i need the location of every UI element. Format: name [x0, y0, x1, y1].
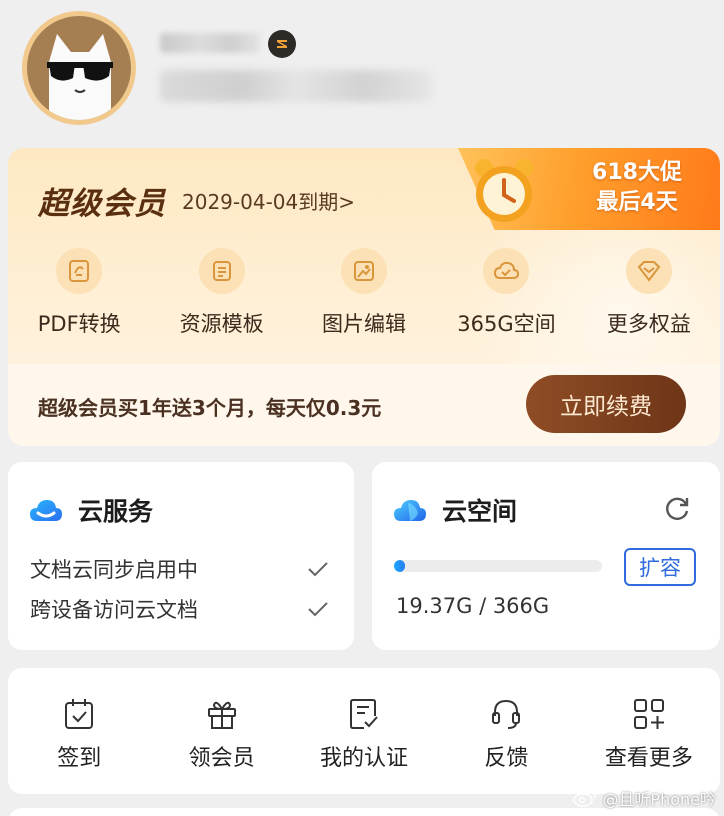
watermark: @且听Phone吟: [572, 786, 716, 810]
renew-promo-text: 超级会员买1年送3个月，每天仅0.3元: [38, 396, 382, 420]
quick-action-get-vip[interactable]: 领会员: [150, 668, 292, 794]
quick-action-label: 领会员: [188, 746, 255, 771]
quick-action-more[interactable]: 查看更多: [578, 668, 720, 794]
storage-progress-fill: [394, 560, 406, 572]
calendar-check-icon: [65, 699, 94, 729]
cloud-space-header: 云空间: [392, 492, 517, 528]
watermark-text: @且听Phone吟: [602, 790, 716, 809]
username-blurred: [160, 33, 260, 53]
image-edit-icon: [341, 248, 388, 294]
avatar[interactable]: [22, 11, 136, 125]
cloud-icon: [30, 500, 62, 521]
promo-text: 618大促 最后4天: [582, 158, 692, 218]
quick-action-checkin[interactable]: 签到: [8, 668, 150, 794]
benefit-label: 365G空间: [457, 312, 556, 336]
cloud-service-title: 云服务: [78, 497, 154, 526]
benefit-image-edit[interactable]: 图片编辑: [293, 248, 435, 348]
cloud-space-icon: [483, 248, 530, 294]
pdf-convert-icon: [56, 248, 103, 294]
check-icon: [308, 562, 328, 577]
refresh-icon[interactable]: [662, 494, 692, 524]
quick-action-certification[interactable]: 我的认证: [293, 668, 435, 794]
template-icon: [198, 248, 245, 294]
quick-action-label: 查看更多: [604, 746, 693, 771]
renew-bar: 超级会员买1年送3个月，每天仅0.3元 立即续费: [8, 364, 720, 446]
benefit-cloud-space[interactable]: 365G空间: [435, 248, 577, 348]
expand-storage-button[interactable]: 扩容: [624, 548, 696, 586]
cloud-space-icon: [394, 500, 426, 521]
alarm-clock-icon: [475, 159, 533, 222]
service-item: 跨设备访问云文档: [30, 594, 330, 624]
level-s-badge-icon: [268, 30, 296, 58]
benefit-more[interactable]: 更多权益: [578, 248, 720, 348]
storage-progress-bar: [394, 560, 602, 572]
service-item: 文档云同步启用中: [30, 554, 330, 584]
vip-benefits: PDF转换 资源模板 图片编辑 365G空间 更多权益: [8, 248, 720, 348]
promo-line-2: 最后4天: [596, 190, 678, 215]
cloud-space-title: 云空间: [442, 497, 518, 526]
quick-action-label: 我的认证: [320, 746, 409, 771]
storage-usage-text: 19.37G / 366G: [396, 594, 550, 618]
cloud-service-card[interactable]: 云服务 文档云同步启用中 跨设备访问云文档: [8, 462, 354, 650]
vip-title: 超级会员: [38, 186, 166, 222]
service-item-label: 跨设备访问云文档: [30, 598, 198, 622]
vip-expire-link[interactable]: 2029-04-04到期>: [182, 186, 355, 215]
account-id-blurred: [160, 70, 432, 102]
benefit-label: 更多权益: [606, 312, 691, 336]
cloud-service-header: 云服务: [28, 492, 153, 528]
quick-action-label: 反馈: [484, 746, 529, 771]
gift-icon: [207, 701, 236, 729]
super-vip-card: 超级会员 2029-04-04到期> 618大促 最后4天 PDF转换 资源模板: [8, 148, 720, 446]
benefit-label: PDF转换: [37, 312, 121, 336]
certificate-icon: [350, 699, 378, 729]
quick-action-feedback[interactable]: 反馈: [435, 668, 577, 794]
cloud-space-card[interactable]: 云空间 扩容 19.37G / 366G: [372, 462, 720, 650]
check-icon: [308, 602, 328, 617]
quick-actions-card: 签到 领会员 我的认证 反馈 查看更多: [8, 668, 720, 794]
benefit-label: 图片编辑: [322, 312, 407, 336]
benefit-label: 资源模板: [179, 312, 264, 336]
diamond-icon: [625, 248, 672, 294]
cat-with-sunglasses-icon: [27, 16, 131, 120]
headset-icon: [492, 699, 521, 729]
grid-plus-icon: [633, 699, 664, 729]
service-item-label: 文档云同步启用中: [30, 558, 198, 582]
promo-line-1: 618大促: [592, 160, 682, 185]
renew-button[interactable]: 立即续费: [526, 375, 686, 433]
quick-action-label: 签到: [57, 746, 102, 771]
benefit-pdf-convert[interactable]: PDF转换: [8, 248, 150, 348]
weibo-logo-icon: [573, 791, 597, 807]
benefit-templates[interactable]: 资源模板: [150, 248, 292, 348]
